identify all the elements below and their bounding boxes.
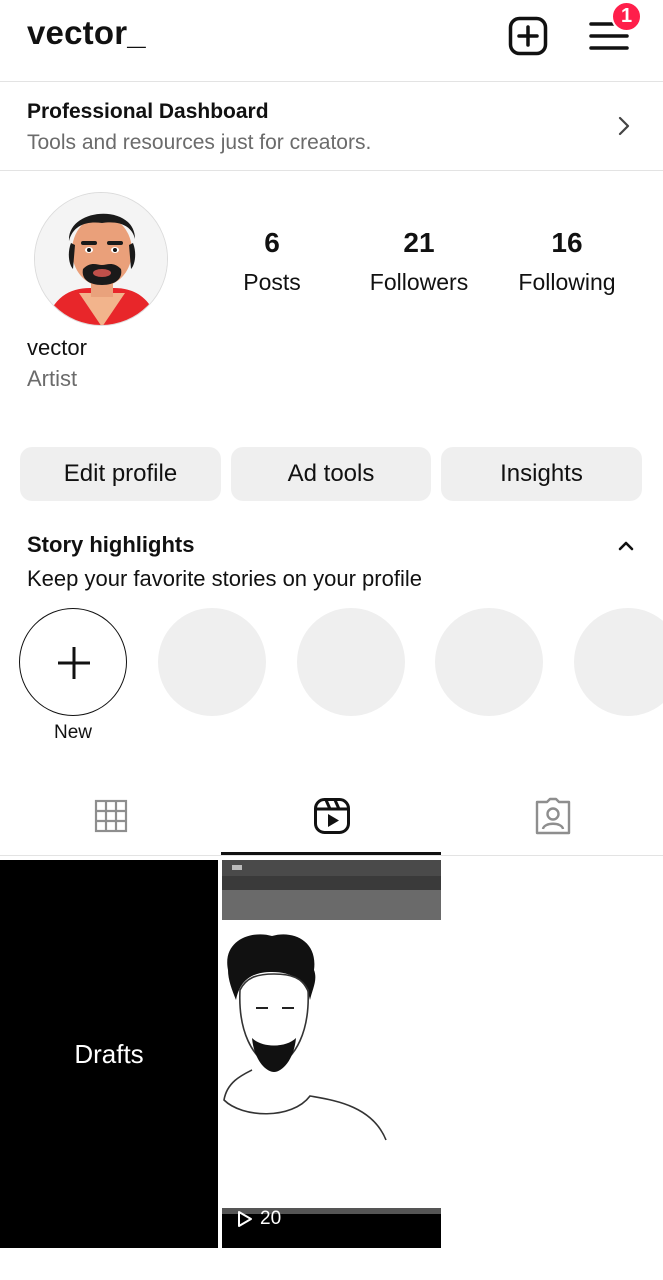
insights-button[interactable]: Insights bbox=[441, 447, 642, 501]
tab-tagged[interactable] bbox=[442, 776, 663, 856]
highlight-placeholder bbox=[435, 608, 543, 716]
active-tab-indicator bbox=[221, 852, 441, 855]
tab-grid[interactable] bbox=[0, 776, 221, 856]
reel-view-count: 20 bbox=[260, 1208, 282, 1229]
reels-icon bbox=[313, 798, 350, 834]
avatar-illustration bbox=[35, 193, 167, 325]
following-stat[interactable]: 16 Following bbox=[506, 226, 628, 300]
highlight-placeholder bbox=[158, 608, 266, 716]
tagged-icon bbox=[535, 797, 570, 835]
profile-avatar[interactable] bbox=[34, 192, 168, 326]
chevron-up-icon[interactable] bbox=[616, 538, 636, 552]
highlight-placeholder bbox=[574, 608, 663, 716]
followers-label: Followers bbox=[369, 269, 469, 295]
reel-thumbnail[interactable] bbox=[222, 860, 441, 1248]
play-icon bbox=[238, 1211, 252, 1227]
dashboard-title: Professional Dashboard bbox=[27, 100, 269, 123]
followers-count: 21 bbox=[403, 227, 435, 258]
new-highlight-button[interactable] bbox=[19, 608, 127, 716]
story-highlights-subtitle: Keep your favorite stories on your profi… bbox=[27, 566, 422, 591]
following-label: Following bbox=[518, 269, 616, 295]
posts-label: Posts bbox=[243, 269, 301, 295]
story-highlights-title: Story highlights bbox=[27, 532, 195, 557]
new-highlight-label: New bbox=[53, 722, 92, 743]
profile-tabs bbox=[0, 776, 663, 856]
drafts-label: Drafts bbox=[74, 1038, 144, 1069]
posts-count: 6 bbox=[264, 227, 280, 258]
grid-icon bbox=[94, 799, 127, 833]
profile-display-name: vector bbox=[27, 335, 87, 360]
professional-dashboard-row[interactable]: Professional Dashboard Tools and resourc… bbox=[0, 83, 663, 171]
chevron-right-icon bbox=[618, 116, 630, 136]
plus-icon bbox=[58, 647, 90, 679]
create-post-button[interactable] bbox=[508, 16, 548, 56]
posts-stat[interactable]: 6 Posts bbox=[232, 226, 312, 300]
reel-sketch-image bbox=[222, 860, 441, 1248]
followers-stat[interactable]: 21 Followers bbox=[358, 226, 480, 300]
plus-square-icon bbox=[508, 16, 548, 56]
tab-reels[interactable] bbox=[221, 776, 442, 856]
edit-profile-button[interactable]: Edit profile bbox=[20, 447, 221, 501]
dashboard-subtitle: Tools and resources just for creators. bbox=[27, 131, 372, 154]
reel-play-count: 20 bbox=[236, 1208, 281, 1230]
notification-badge: 1 bbox=[611, 1, 642, 32]
drafts-tile[interactable]: Drafts bbox=[0, 860, 218, 1248]
ad-tools-button[interactable]: Ad tools bbox=[231, 447, 431, 501]
profile-username[interactable]: vector_ bbox=[27, 14, 146, 52]
top-bar: vector_ 1 bbox=[0, 0, 663, 82]
profile-category: Artist bbox=[27, 366, 78, 391]
following-count: 16 bbox=[551, 227, 583, 258]
highlight-placeholder bbox=[297, 608, 405, 716]
